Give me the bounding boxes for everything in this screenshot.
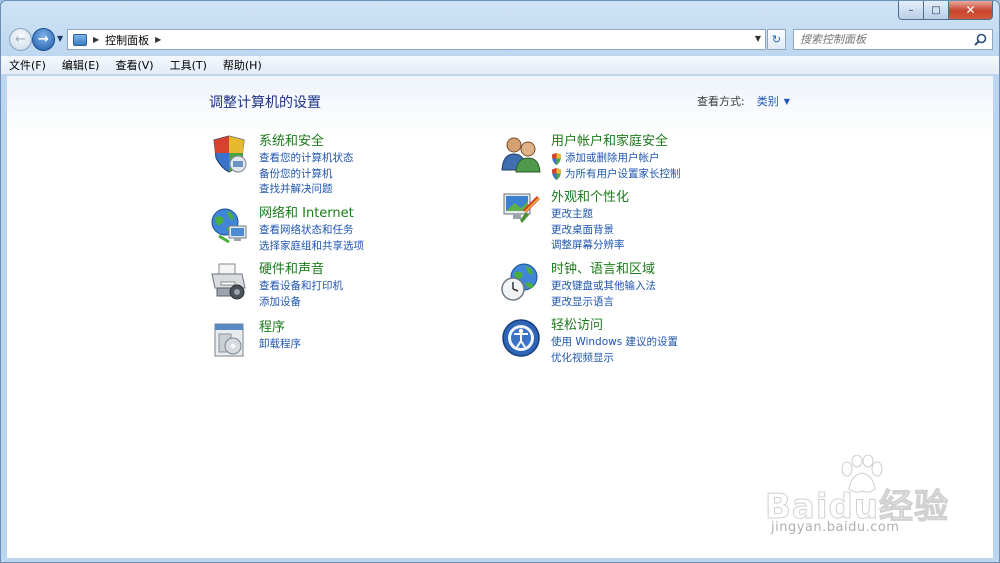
menu-help[interactable]: 帮助(H) (223, 57, 262, 73)
user-accounts-icon[interactable] (501, 134, 541, 174)
menu-tools[interactable]: 工具(T) (170, 57, 207, 73)
breadcrumb-control-panel[interactable]: 控制面板 (105, 32, 149, 48)
category-title[interactable]: 用户帐户和家庭安全 (551, 134, 681, 151)
back-button[interactable]: ← (9, 28, 32, 51)
view-by-dropdown[interactable]: 类别 (757, 93, 779, 109)
link-troubleshoot[interactable]: 查找并解决问题 (259, 182, 354, 198)
link-backup-computer[interactable]: 备份您的计算机 (259, 167, 354, 183)
link-network-status[interactable]: 查看网络状态和任务 (259, 223, 364, 239)
category-title[interactable]: 网络和 Internet (259, 206, 364, 223)
control-panel-window: – □ ✕ ← → ▼ ▶ 控制面板 ▶ ▼ ↻ 文件(F) 编辑(E) 查看(… (0, 0, 1000, 563)
category-title[interactable]: 轻松访问 (551, 318, 678, 335)
link-label[interactable]: 为所有用户设置家长控制 (565, 167, 681, 183)
link-devices-printers[interactable]: 查看设备和打印机 (259, 279, 343, 295)
breadcrumb-arrow-icon[interactable]: ▶ (93, 35, 99, 44)
programs-icon[interactable] (209, 320, 249, 360)
category-title[interactable]: 外观和个性化 (551, 190, 629, 207)
category-title[interactable]: 时钟、语言和区域 (551, 262, 656, 279)
chevron-down-icon[interactable]: ▼ (784, 97, 790, 106)
navigation-row: ← → ▼ ▶ 控制面板 ▶ ▼ ↻ (1, 25, 999, 53)
link-screen-resolution[interactable]: 调整屏幕分辨率 (551, 238, 629, 254)
link-add-remove-accounts[interactable]: 添加或删除用户帐户 (551, 151, 681, 167)
link-uninstall-program[interactable]: 卸载程序 (259, 337, 301, 353)
address-bar[interactable]: ▶ 控制面板 ▶ ▼ (67, 29, 766, 50)
network-internet-icon[interactable] (209, 206, 249, 246)
refresh-button[interactable]: ↻ (767, 29, 786, 50)
watermark-url: jingyan.baidu.com (771, 520, 900, 535)
caption-buttons: – □ ✕ (898, 1, 993, 20)
breadcrumb-arrow-icon[interactable]: ▶ (155, 35, 161, 44)
uac-shield-icon (552, 152, 561, 165)
link-optimize-video-display[interactable]: 优化视频显示 (551, 351, 678, 367)
category-title[interactable]: 系统和安全 (259, 134, 354, 151)
link-add-device[interactable]: 添加设备 (259, 295, 343, 311)
menu-edit[interactable]: 编辑(E) (62, 57, 100, 73)
view-by: 查看方式: 类别 ▼ (697, 93, 790, 109)
clock-region-icon[interactable] (501, 262, 541, 302)
link-label[interactable]: 添加或删除用户帐户 (565, 151, 660, 167)
link-homegroup-sharing[interactable]: 选择家庭组和共享选项 (259, 239, 364, 255)
recent-pages-dropdown[interactable]: ▼ (57, 34, 63, 43)
menu-view[interactable]: 查看(V) (115, 57, 153, 73)
view-by-label: 查看方式: (697, 95, 745, 108)
baidu-watermark: Baidu经验 jingyan.baidu.com (764, 455, 965, 545)
minimize-button[interactable]: – (898, 1, 924, 20)
close-button[interactable]: ✕ (949, 1, 993, 20)
search-input[interactable] (800, 31, 970, 48)
menu-bar: 文件(F) 编辑(E) 查看(V) 工具(T) 帮助(H) (1, 56, 999, 75)
address-dropdown-icon[interactable]: ▼ (755, 34, 761, 43)
link-change-background[interactable]: 更改桌面背景 (551, 223, 629, 239)
search-icon[interactable] (974, 33, 987, 46)
link-change-input-method[interactable]: 更改键盘或其他输入法 (551, 279, 656, 295)
forward-button[interactable]: → (32, 28, 55, 51)
link-view-computer-status[interactable]: 查看您的计算机状态 (259, 151, 354, 167)
link-change-theme[interactable]: 更改主题 (551, 207, 629, 223)
link-parental-controls[interactable]: 为所有用户设置家长控制 (551, 167, 681, 183)
category-title[interactable]: 硬件和声音 (259, 262, 343, 279)
uac-shield-icon (552, 168, 561, 181)
page-title: 调整计算机的设置 (209, 95, 321, 111)
maximize-button[interactable]: □ (924, 1, 949, 20)
category-title[interactable]: 程序 (259, 320, 301, 337)
appearance-icon[interactable] (501, 190, 541, 230)
ease-of-access-icon[interactable] (501, 318, 541, 358)
link-display-language[interactable]: 更改显示语言 (551, 295, 656, 311)
link-windows-recommended-settings[interactable]: 使用 Windows 建议的设置 (551, 335, 678, 351)
hardware-sound-icon[interactable] (209, 262, 249, 302)
search-box[interactable] (793, 29, 993, 50)
control-panel-icon (73, 33, 87, 46)
menu-file[interactable]: 文件(F) (9, 57, 46, 73)
system-security-icon[interactable] (209, 134, 249, 174)
